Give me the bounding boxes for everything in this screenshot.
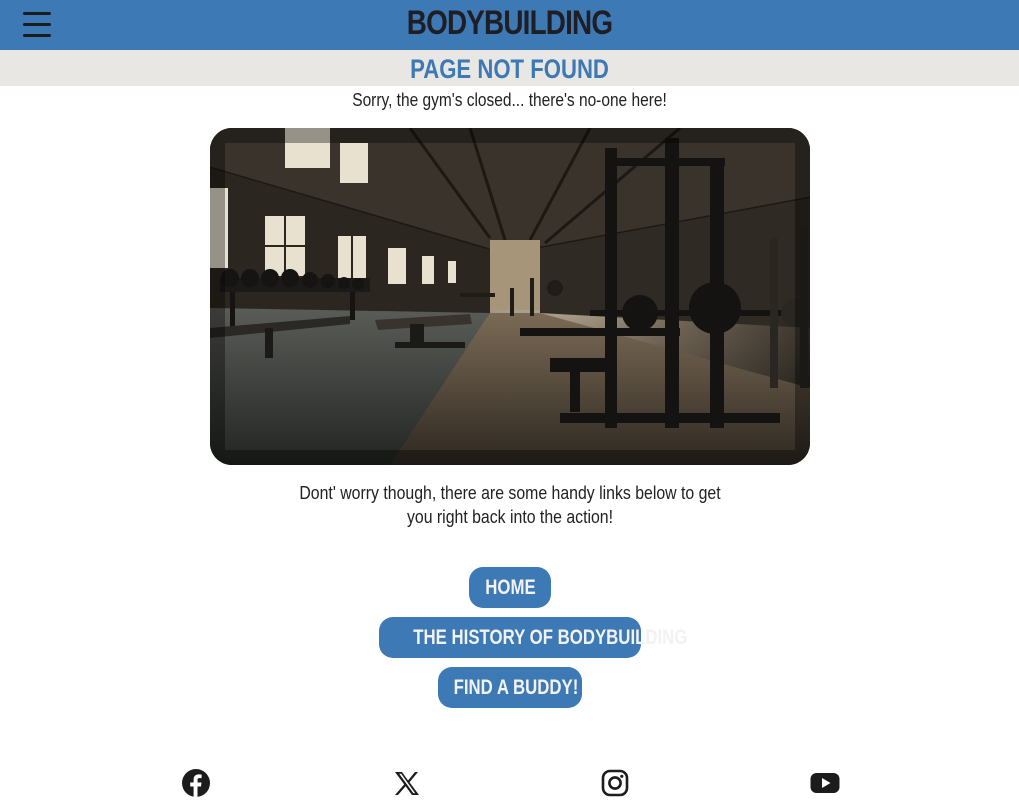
page-title-banner: PAGE NOT FOUND	[0, 50, 1019, 86]
page-subtitle: Sorry, the gym's closed... there's no-on…	[352, 90, 667, 110]
find-buddy-button-label: FIND A BUDDY!	[453, 676, 579, 699]
page-title: PAGE NOT FOUND	[410, 54, 609, 84]
find-buddy-button[interactable]: FIND A BUDDY!	[438, 667, 582, 708]
hamburger-menu-icon[interactable]	[23, 12, 51, 38]
empty-gym-image	[210, 128, 810, 465]
home-button-label: HOME	[484, 576, 536, 599]
home-button[interactable]: HOME	[469, 567, 551, 608]
brand-logo-link[interactable]: BODYBUILDING	[407, 4, 613, 42]
history-button[interactable]: THE HISTORY OF BODYBUILDING	[379, 617, 687, 658]
instagram-icon[interactable]	[600, 768, 630, 798]
help-message: Dont' worry though, there are some handy…	[255, 481, 765, 529]
youtube-icon[interactable]	[810, 768, 840, 798]
history-button-label: THE HISTORY OF BODYBUILDING	[413, 626, 688, 649]
top-navbar: BODYBUILDING	[0, 0, 1019, 50]
help-message-text: Dont' worry though, there are some handy…	[299, 483, 721, 527]
x-twitter-icon[interactable]	[392, 768, 422, 798]
brand-logo-wrapper: BODYBUILDING	[92, 0, 928, 50]
facebook-icon[interactable]	[181, 768, 211, 798]
